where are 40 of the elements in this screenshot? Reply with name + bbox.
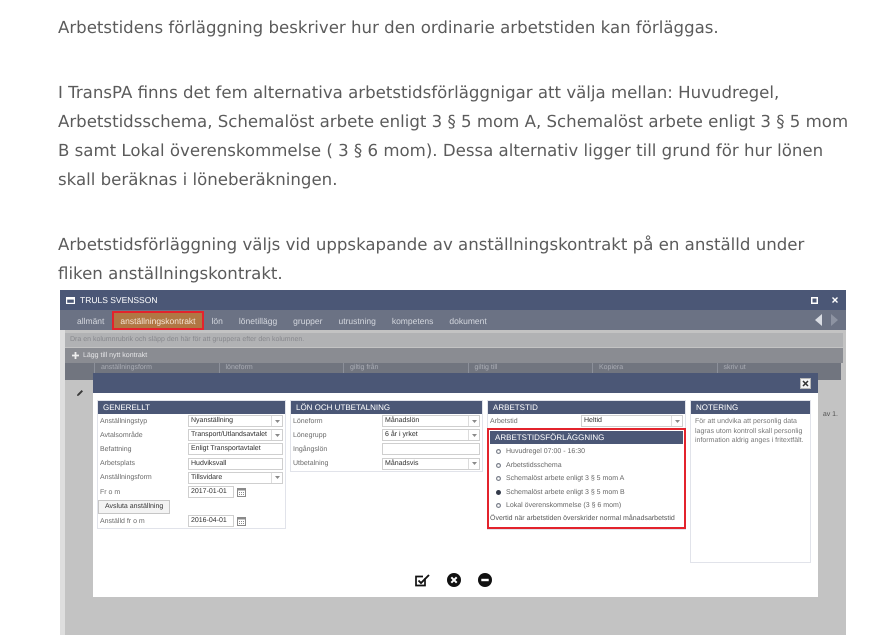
radio-icon[interactable] [496,462,501,468]
section-header: NOTERING [691,401,810,414]
tab[interactable]: lönetillägg [230,311,286,330]
calendar-icon[interactable] [237,516,246,526]
tab[interactable]: utrustning [330,311,384,330]
section-header: ARBETSTID [488,401,685,414]
tab[interactable]: allmänt [69,311,112,330]
section-header: ARBETSTIDSFÖRLÄGGNING [490,431,683,444]
caret-down-icon [274,420,280,423]
body-paragraph: Arbetstidsförläggning väljs vid uppskapande av anställningskontrakt på en anställd under fliken anställningskontrakt. [58,234,806,285]
caret-down-icon [472,434,476,437]
minus-circle-icon[interactable] [478,573,492,587]
caret-down-icon [472,462,476,466]
checkbox-check-icon[interactable] [415,574,430,586]
maximize-icon[interactable] [811,296,818,304]
radio-icon[interactable] [496,476,501,482]
body-paragraph: Arbetstidens förläggning beskriver hur den ordinarie arbetstiden kan förläggas. [58,17,720,39]
caret-down-icon [274,476,280,480]
window-icon [66,296,75,304]
pencil-icon[interactable] [76,388,84,396]
body-paragraph: I TransPA finns det fem alternativa arbetstidsförläggnigar att välja mellan: Huvudregel, Arbetstidsschema, Schemalöst arbete enligt 3 § 5 mom A, Schemalöst arbete enligt 3 § 5 mom B samt Lokal överenskommelse ( 3 § 6 mom). Dessa alternativ ligger till grund för hur lönen skall beräknas i löneberäkningen. [58,82,850,191]
tab[interactable]: lön [204,311,231,330]
close-circle-icon[interactable] [447,573,461,587]
section-header: GENERELLT [98,401,285,414]
radio-icon[interactable] [496,502,501,508]
caret-down-icon [472,420,476,423]
tab[interactable]: grupper [285,311,330,330]
triangle-left-icon[interactable] [815,314,822,326]
calendar-icon[interactable] [237,488,246,497]
plus-icon [72,352,79,359]
section-header: LÖN OCH UTBETALNING [291,401,482,414]
radio-icon[interactable] [496,490,501,495]
caret-down-icon [674,420,680,423]
tab[interactable]: kompetens [384,311,442,330]
caret-down-icon [274,434,280,437]
text-field[interactable] [382,443,480,456]
radio-icon[interactable] [496,449,501,454]
close-icon[interactable] [800,378,811,388]
tab[interactable]: dokument [441,311,495,330]
window-title: TRULS SVENSSON [80,295,158,305]
